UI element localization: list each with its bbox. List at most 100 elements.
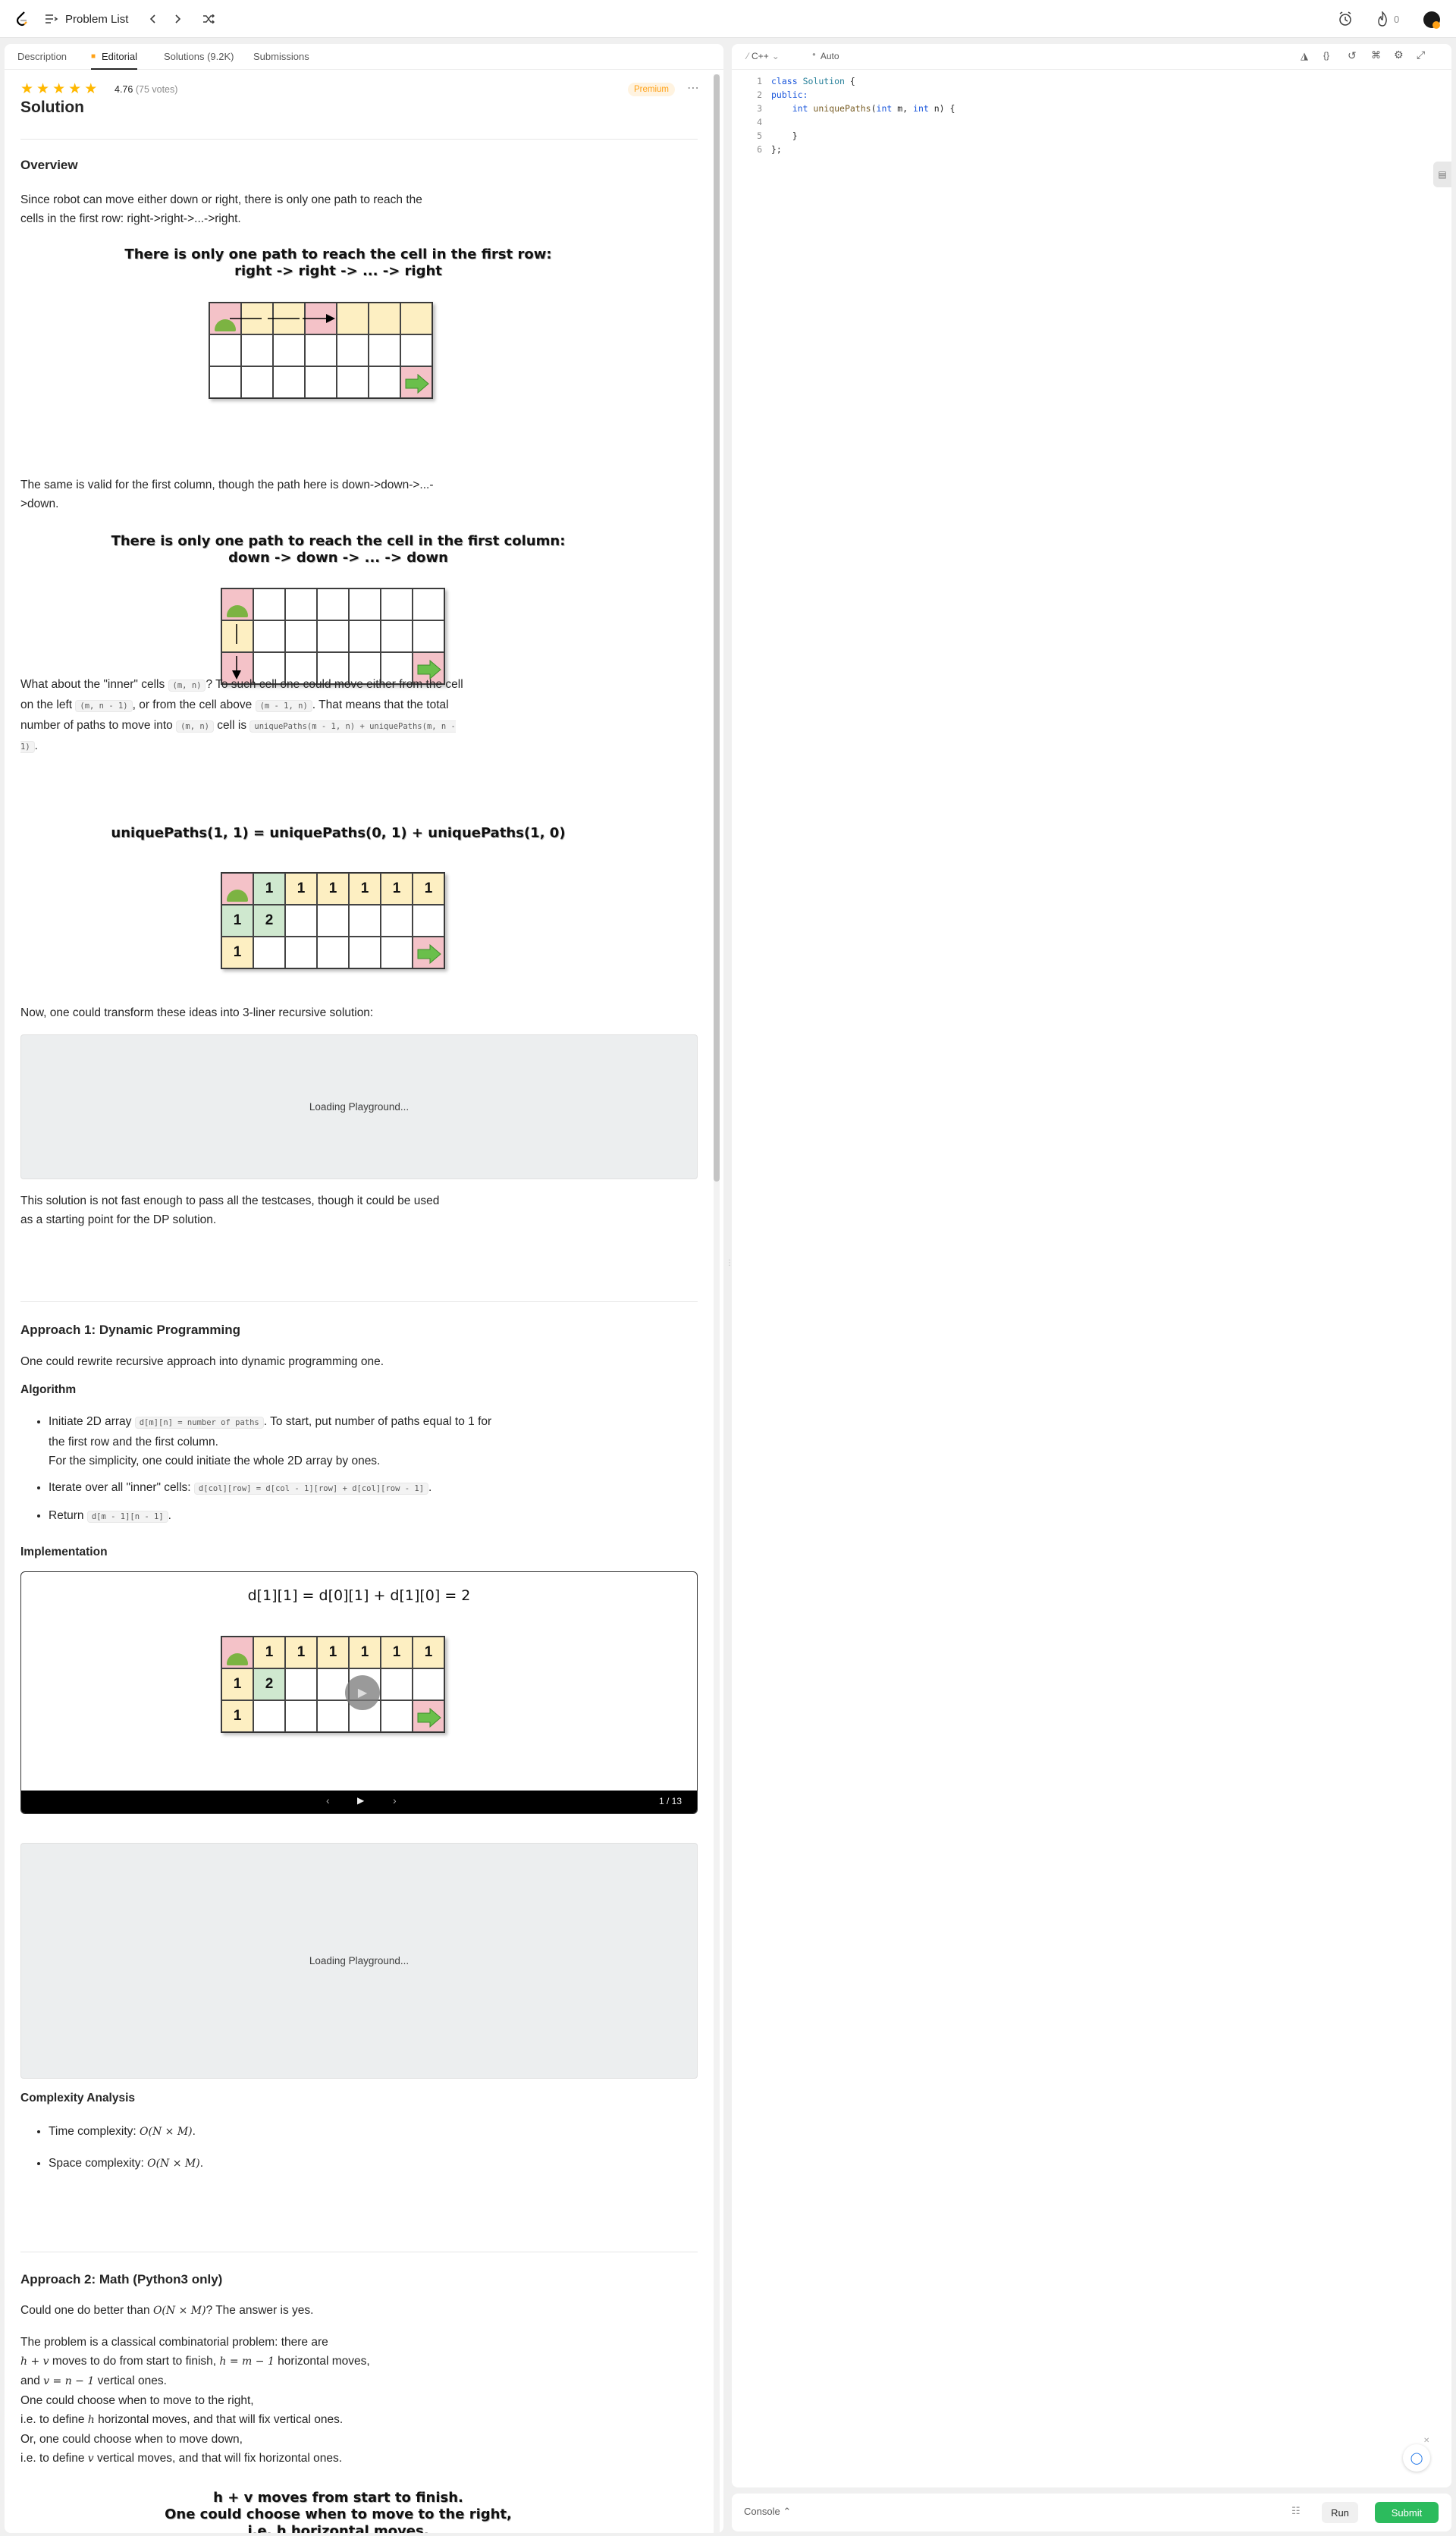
grid-cell xyxy=(381,905,413,937)
grid-cell xyxy=(413,905,444,937)
problem-list-link[interactable]: Problem List xyxy=(65,9,128,29)
star-icon[interactable]: ★ xyxy=(68,82,81,97)
bookmark-icon[interactable]: ◮ xyxy=(1301,50,1308,62)
chevron-up-icon: ⌃ xyxy=(783,2506,792,2517)
grid-cell xyxy=(285,620,317,652)
scrollbar-thumb[interactable] xyxy=(714,74,720,1182)
overview-heading: Overview xyxy=(20,158,78,172)
run-button[interactable]: Run xyxy=(1322,2502,1358,2523)
grid-cell xyxy=(305,366,337,398)
star-icon[interactable]: ★ xyxy=(84,82,97,97)
approach-2-paragraph: The problem is a classical combinatorial… xyxy=(20,2336,370,2465)
grid-cell-finish xyxy=(413,1700,444,1732)
code-line: 6}; xyxy=(757,144,782,155)
clipboard-icon[interactable]: ☷ xyxy=(1291,2505,1301,2517)
overview-paragraph-4: Now, one could transform these ideas int… xyxy=(20,1006,374,1019)
grid-cell: 1 xyxy=(381,873,413,905)
reset-icon[interactable]: ↺ xyxy=(1348,49,1357,62)
grid-cell: 1 xyxy=(253,873,285,905)
play-icon[interactable]: ▶ xyxy=(357,1795,364,1806)
top-navigation-bar: Problem List 0 xyxy=(0,0,1456,38)
tab-editorial[interactable]: ■ Editorial xyxy=(91,44,137,70)
list-item: Iterate over all "inner" cells: d[col][r… xyxy=(49,1478,579,1499)
code-area[interactable]: 1 class Solution { 2 public: 3 int uniqueP… xyxy=(732,74,1451,2478)
fullscreen-icon[interactable]: ⤢ xyxy=(1417,49,1425,61)
leetcode-logo-icon[interactable] xyxy=(14,11,30,27)
tab-solutions[interactable]: Solutions (9.2K) xyxy=(164,44,234,70)
mode-select[interactable]: ● Auto xyxy=(812,51,839,61)
shortcut-icon[interactable]: ⌘ xyxy=(1371,49,1381,61)
figure-2-arrows xyxy=(221,624,253,683)
grid-cell: 1 xyxy=(349,873,381,905)
timer-icon[interactable] xyxy=(1336,10,1354,28)
notes-side-tab[interactable]: ▤ xyxy=(1433,162,1451,187)
solution-title: Solution xyxy=(20,99,84,116)
complexity-heading: Complexity Analysis xyxy=(20,2092,136,2104)
code-inline: d[m][n] = number of paths xyxy=(134,1417,264,1429)
playground-loading[interactable]: Loading Playground... xyxy=(20,1034,698,1179)
console-bar: Console ⌃ ☷ Run Submit xyxy=(732,2494,1451,2531)
grid-cell xyxy=(317,588,349,620)
language-select[interactable]: ⁄ C++ ⌄ xyxy=(747,51,780,61)
next-slide-icon[interactable]: › xyxy=(393,1794,397,1806)
rating-stars[interactable]: ★ ★ ★ ★ ★ xyxy=(20,82,97,97)
grid-cell xyxy=(369,334,400,366)
grid-cell xyxy=(241,334,273,366)
algorithm-heading: Algorithm xyxy=(20,1383,77,1396)
finish-arrow-icon xyxy=(417,1707,441,1728)
code-inline: (m - 1, n) xyxy=(255,700,312,712)
playground-loading[interactable]: Loading Playground... xyxy=(20,1843,698,2079)
star-icon[interactable]: ★ xyxy=(52,82,65,97)
grid-cell-start xyxy=(221,1637,253,1668)
grid-cell xyxy=(413,1668,444,1700)
submit-button[interactable]: Submit xyxy=(1375,2502,1439,2523)
list-item: Return d[m - 1][n - 1]. xyxy=(49,1506,504,1527)
grid-cell xyxy=(349,937,381,968)
grid-cell xyxy=(381,1668,413,1700)
scrollbar-track[interactable] xyxy=(714,74,720,2533)
editor-toolbar: ⁄ C++ ⌄ ● Auto ◮ {} ↺ ⌘ ⚙ ⤢ xyxy=(732,44,1451,70)
approach-2-question: Could one do better than O(N × M)? The a… xyxy=(20,2304,314,2317)
settings-gear-icon[interactable]: ⚙ xyxy=(1394,49,1404,61)
grid-cell xyxy=(209,334,241,366)
grid-cell xyxy=(253,620,285,652)
figure-1-arrows xyxy=(230,302,436,334)
lock-icon: ● xyxy=(812,51,816,58)
streak-fire-icon[interactable] xyxy=(1374,10,1391,28)
tab-submissions[interactable]: Submissions xyxy=(253,44,309,70)
tab-description[interactable]: Description xyxy=(17,44,67,70)
panel-resize-handle[interactable]: ⋮ xyxy=(726,1259,733,1277)
grid-cell xyxy=(413,588,444,620)
math-expression: O(N × M) xyxy=(140,2126,193,2138)
rating-votes: (75 votes) xyxy=(135,84,178,95)
grid-cell xyxy=(285,1700,317,1732)
close-feedback-icon[interactable]: ✕ xyxy=(1423,2437,1429,2445)
grid-cell: 1 xyxy=(221,1668,253,1700)
grid-cell: 1 xyxy=(221,937,253,968)
format-code-icon[interactable]: {} xyxy=(1323,50,1329,61)
prev-slide-icon[interactable]: ‹ xyxy=(326,1794,330,1806)
slideshow[interactable]: d[1][1] = d[0][1] + d[1][0] = 2 1 1 1 1 … xyxy=(20,1571,698,1814)
star-icon[interactable]: ★ xyxy=(20,82,33,97)
play-overlay-icon[interactable]: ▶ xyxy=(345,1675,380,1710)
grid-cell xyxy=(369,366,400,398)
grid-cell xyxy=(273,334,305,366)
list-item: Time complexity: O(N × M). xyxy=(49,2122,504,2142)
figure-2-title: There is only one path to reach the cell… xyxy=(111,533,566,566)
overview-paragraph-3: What about the "inner" cells (m, n)? To … xyxy=(20,678,463,753)
rating-number: 4.76 xyxy=(115,84,133,95)
chevron-left-icon[interactable] xyxy=(146,11,161,27)
shuffle-icon[interactable] xyxy=(200,11,217,27)
code-line: 3 int uniquePaths(int m, int n) { xyxy=(757,103,956,114)
list-item: Initiate 2D array d[m][n] = number of pa… xyxy=(49,1412,504,1470)
console-toggle[interactable]: Console ⌃ xyxy=(744,2506,791,2518)
grid-cell xyxy=(349,588,381,620)
grid-cell xyxy=(285,905,317,937)
avatar[interactable] xyxy=(1421,9,1442,30)
feedback-chat-icon[interactable]: ◯ xyxy=(1403,2444,1430,2472)
star-icon[interactable]: ★ xyxy=(36,82,49,97)
complexity-list: Time complexity: O(N × M). Space complex… xyxy=(49,2122,504,2181)
chevron-right-icon[interactable] xyxy=(170,11,185,27)
problem-list-icon[interactable] xyxy=(44,11,59,27)
more-options-icon[interactable]: ⋯ xyxy=(687,80,699,96)
